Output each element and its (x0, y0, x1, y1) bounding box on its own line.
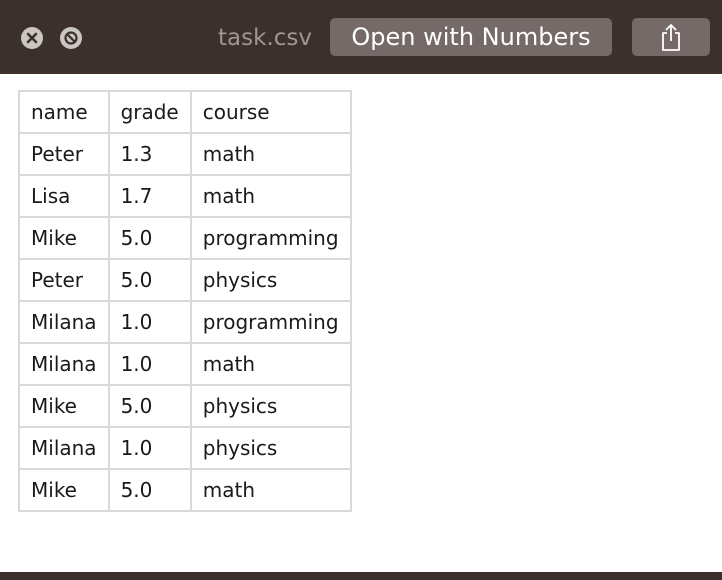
table-cell: physics (189, 426, 352, 470)
close-icon (26, 32, 38, 44)
table-row: Mike 5.0 physics (18, 384, 352, 428)
table-cell: 1.3 (107, 132, 192, 176)
table-cell: programming (189, 216, 352, 260)
csv-preview-area: name grade course Peter 1.3 math Lisa 1.7 math Mi… (0, 74, 722, 572)
titlebar: task.csv Open with Numbers (0, 0, 722, 74)
table-cell: physics (189, 258, 352, 302)
table-cell: math (189, 132, 352, 176)
table-cell: Milana (18, 342, 110, 386)
open-with-numbers-button[interactable]: Open with Numbers (330, 18, 612, 56)
table-cell: 5.0 (107, 258, 192, 302)
quicklook-window: task.csv Open with Numbers name grade cour… (0, 0, 722, 580)
table-row: Mike 5.0 math (18, 468, 352, 512)
table-cell: Milana (18, 426, 110, 470)
table-cell: physics (189, 384, 352, 428)
table-cell: Mike (18, 384, 110, 428)
table-cell: 5.0 (107, 384, 192, 428)
share-icon (662, 24, 680, 51)
table-cell: 5.0 (107, 216, 192, 260)
share-button[interactable] (632, 18, 710, 56)
table-row: Peter 1.3 math (18, 132, 352, 176)
minimize-button[interactable] (60, 27, 82, 49)
file-name-title: task.csv (218, 25, 312, 51)
table-cell: Mike (18, 216, 110, 260)
table-cell: 1.7 (107, 174, 192, 218)
table-cell: math (189, 468, 352, 512)
table-row: Milana 1.0 physics (18, 426, 352, 470)
table-cell: 1.0 (107, 300, 192, 344)
table-row: Lisa 1.7 math (18, 174, 352, 218)
table-cell: Peter (18, 258, 110, 302)
csv-table: name grade course Peter 1.3 math Lisa 1.7 math Mi… (18, 90, 352, 512)
column-header: grade (107, 90, 192, 134)
table-row: Peter 5.0 physics (18, 258, 352, 302)
table-cell: 5.0 (107, 468, 192, 512)
close-button[interactable] (21, 27, 43, 49)
table-cell: Milana (18, 300, 110, 344)
table-row: Mike 5.0 programming (18, 216, 352, 260)
table-cell: programming (189, 300, 352, 344)
table-cell: 1.0 (107, 426, 192, 470)
table-row: Milana 1.0 math (18, 342, 352, 386)
table-cell: Mike (18, 468, 110, 512)
table-row: Milana 1.0 programming (18, 300, 352, 344)
window-bottom-edge (0, 572, 722, 580)
minimize-icon (64, 31, 78, 45)
table-cell: math (189, 174, 352, 218)
table-cell: Peter (18, 132, 110, 176)
header-row: name grade course (18, 90, 352, 134)
table-cell: math (189, 342, 352, 386)
table-cell: 1.0 (107, 342, 192, 386)
table-cell: Lisa (18, 174, 110, 218)
column-header: name (18, 90, 110, 134)
column-header: course (189, 90, 352, 134)
